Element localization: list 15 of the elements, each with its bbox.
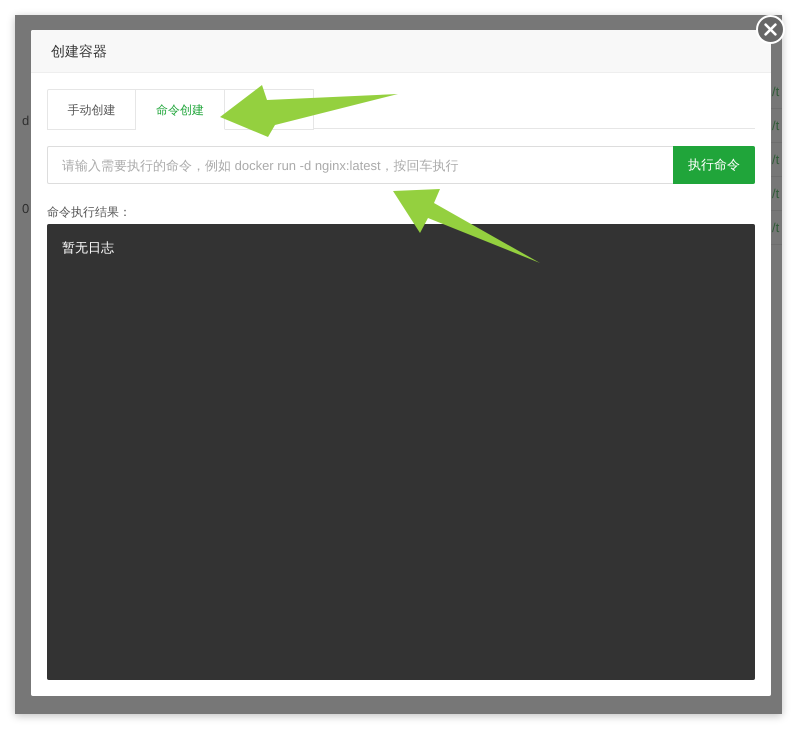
close-icon[interactable] — [756, 15, 785, 44]
result-label: 命令执行结果： — [47, 205, 131, 219]
tab[interactable]: 手动创建 — [47, 89, 136, 130]
run-command-button[interactable]: 执行命令 — [673, 146, 755, 184]
background-text: 0 — [22, 201, 30, 217]
background-text: /t — [772, 220, 780, 236]
background-text: /t — [772, 186, 780, 202]
background-text: d — [22, 113, 30, 129]
command-input-field[interactable]: 请输入需要执行的命令，例如 docker run -d nginx:latest，按回车执行 — [47, 146, 673, 184]
background-text: /t — [772, 84, 780, 100]
tab[interactable]: 命令创建 — [136, 89, 225, 130]
background-text: /t — [772, 152, 780, 168]
dialog-title: 创建容器 — [51, 42, 107, 60]
log-text: 暂无日志 — [62, 240, 114, 256]
background-text: /t — [772, 118, 780, 134]
